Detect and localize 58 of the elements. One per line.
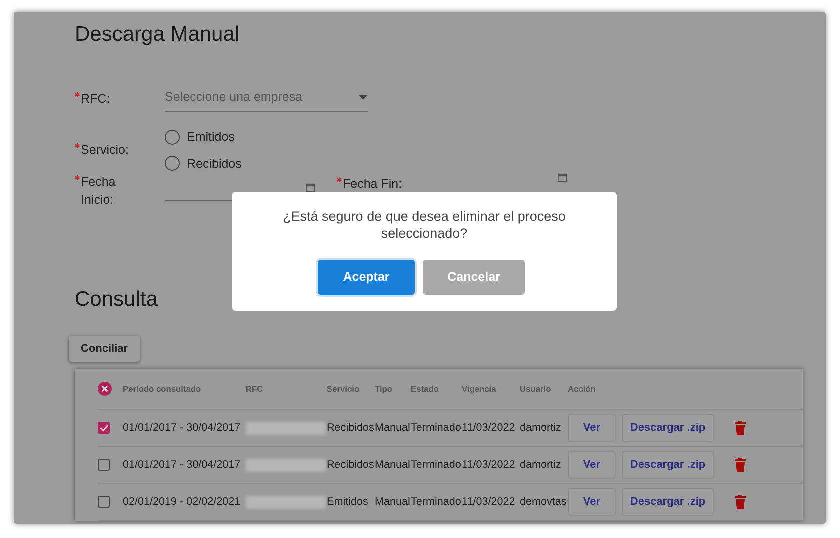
page-title: Descarga Manual [75, 22, 241, 48]
field-label: Servicio: [81, 142, 129, 160]
field-label: RFC: [81, 90, 110, 108]
download-button[interactable]: Descargar .zip [622, 488, 714, 516]
column-header: Servicio [327, 383, 361, 396]
view-button[interactable]: Ver [568, 414, 616, 442]
table-cell-text: Emitidos [327, 495, 370, 510]
clear-selection-icon[interactable] [98, 382, 112, 396]
radio-button[interactable] [165, 156, 180, 172]
radio-button[interactable] [165, 130, 180, 145]
column-header: Vigencia [462, 383, 498, 396]
trash-icon[interactable] [735, 458, 746, 472]
select-placeholder: Seleccione una empresa [165, 89, 303, 106]
table-cell-text: 01/01/2017 - 30/04/2017 [123, 421, 242, 436]
cancel-button[interactable]: Cancelar [423, 260, 525, 295]
table-cell-text: 02/01/2019 - 02/02/2021 [123, 495, 242, 510]
row-checkbox[interactable] [98, 496, 110, 508]
conciliar-button[interactable]: Conciliar [69, 336, 140, 362]
table-cell-text: 11/03/2022 [462, 421, 516, 436]
download-button[interactable]: Descargar .zip [622, 451, 714, 480]
table-cell-text: damortiz [520, 458, 562, 474]
row-checkbox[interactable] [98, 422, 110, 434]
field-label: Fecha Fin: [343, 176, 402, 194]
table-cell-text: Recibidos [327, 421, 375, 436]
column-header: Tipo [375, 383, 394, 396]
column-header: Usuario [520, 383, 552, 396]
table-cell-text: Manual [375, 458, 411, 474]
download-button[interactable]: Descargar .zip [622, 414, 714, 442]
table-cell-text: Manual [375, 421, 411, 436]
table-cell-text: 11/03/2022 [462, 458, 516, 474]
table-cell-text: Terminado [411, 458, 462, 474]
trash-icon[interactable] [735, 421, 746, 436]
table-cell-text: Terminado [411, 421, 462, 436]
column-header: Acción [568, 383, 597, 396]
view-button[interactable]: Ver [568, 488, 616, 516]
company-select[interactable]: Seleccione una empresa [165, 86, 368, 112]
column-header: Período consultado [123, 383, 202, 396]
table-cell-text: 01/01/2017 - 30/04/2017 [123, 458, 242, 474]
radio-label: Emitidos [187, 128, 235, 146]
radio-label: Recibidos [187, 156, 242, 172]
table-cell-text: damortiz [520, 421, 562, 436]
view-button[interactable]: Ver [568, 451, 616, 480]
table-cell-text: Terminado [411, 495, 462, 510]
calendar-icon [306, 183, 315, 192]
table-cell-text: Manual [375, 495, 411, 510]
row-checkbox[interactable] [98, 459, 110, 472]
dialog-message: ¿Está seguro de que desea eliminar el proceso seleccionado? [282, 208, 567, 242]
accept-button[interactable]: Aceptar [318, 260, 415, 295]
table-cell-text: Recibidos [327, 458, 375, 474]
table-cell-text: demovtas [520, 495, 568, 510]
calendar-icon [558, 173, 568, 182]
trash-icon[interactable] [735, 495, 746, 510]
field-label: Fecha Inicio: [81, 174, 117, 210]
table-cell-text: 11/03/2022 [462, 495, 516, 510]
caret-icon [359, 94, 368, 100]
column-header: RFC [246, 383, 264, 396]
column-header: Estado [411, 383, 440, 396]
section-title: Consulta [75, 287, 159, 312]
